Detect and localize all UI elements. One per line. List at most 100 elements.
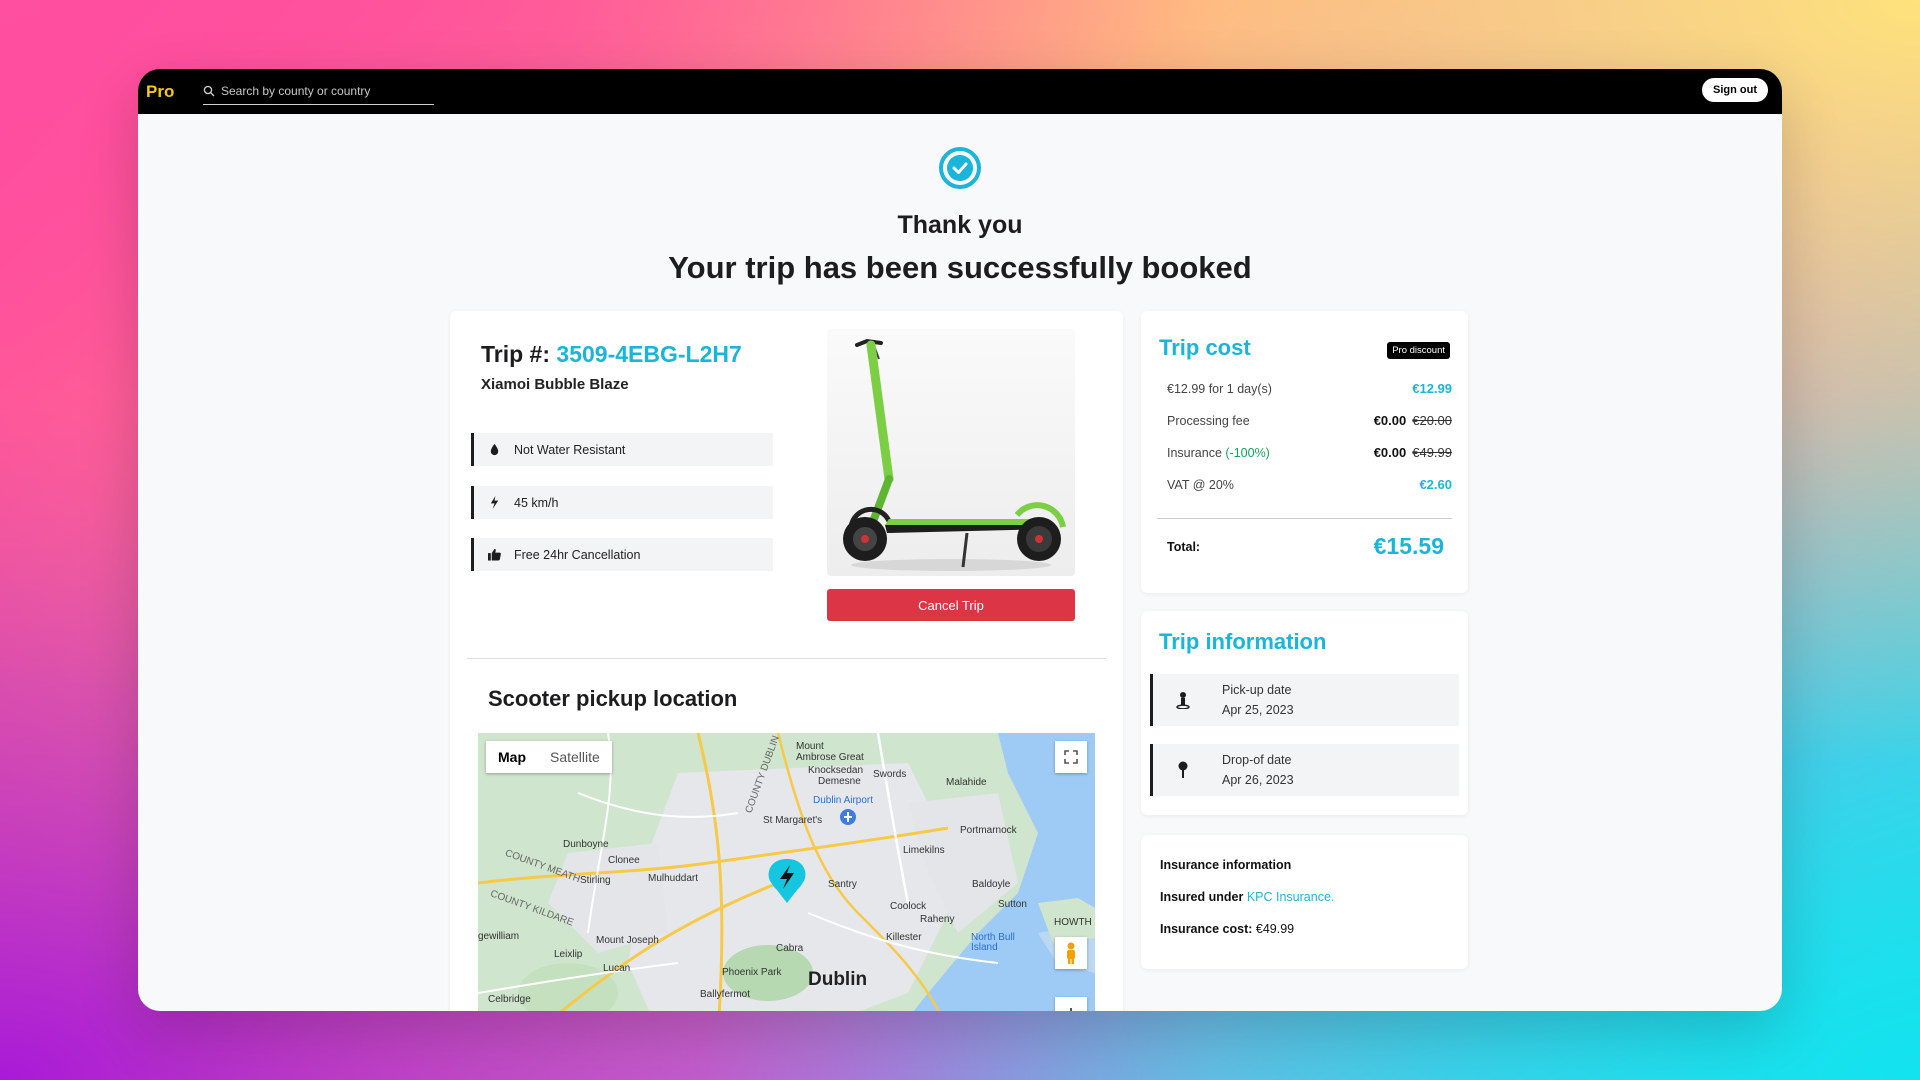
- pickup-date-value: Apr 25, 2023: [1222, 703, 1294, 717]
- map-label: Coolock: [890, 901, 927, 912]
- thumbs-up-icon: [474, 548, 514, 561]
- section-divider: [467, 658, 1106, 659]
- cost-old-value: €49.99: [1412, 445, 1452, 460]
- cost-value: €2.60: [1419, 477, 1452, 492]
- pegman-icon: [1067, 942, 1075, 964]
- pickup-location-heading: Scooter pickup location: [488, 686, 738, 711]
- cost-label: Insurance: [1167, 445, 1222, 460]
- total-value: €15.59: [1373, 533, 1444, 559]
- cost-label: VAT @ 20%: [1167, 477, 1234, 492]
- feature-item: 45 km/h: [471, 486, 773, 519]
- search-input[interactable]: [221, 83, 421, 98]
- map-label: COUNTY KILDARE: [488, 888, 575, 929]
- map-label: Knocksedan: [808, 765, 864, 776]
- trip-information-heading: Trip information: [1159, 629, 1327, 654]
- trip-number-label: Trip #:: [481, 341, 551, 367]
- sign-out-button[interactable]: Sign out: [1702, 78, 1768, 102]
- dropoff-date-row: Drop-of date Apr 26, 2023: [1150, 744, 1459, 796]
- thank-you-text: Thank you: [897, 211, 1023, 239]
- trip-number: 3509-4EBG-L2H7: [556, 341, 742, 367]
- cost-row: €12.99 for 1 day(s) €12.99: [1167, 381, 1452, 396]
- fullscreen-button[interactable]: [1055, 741, 1087, 773]
- trip-cost-heading: Trip cost: [1159, 335, 1251, 360]
- map-label: Demesne: [818, 776, 861, 787]
- cost-label: €12.99 for 1 day(s): [1167, 381, 1272, 396]
- map-label: North Bull Island: [971, 932, 1015, 953]
- trip-cost-card: Trip cost Pro discount €12.99 for 1 day(…: [1141, 311, 1468, 593]
- zoom-in-button[interactable]: [1055, 997, 1087, 1011]
- map-label: Raheny: [920, 914, 955, 925]
- cost-value: €12.99: [1412, 381, 1452, 396]
- map-label: Stirling: [580, 875, 611, 886]
- cost-row: Processing fee €0.00 €20.00: [1167, 413, 1452, 428]
- feature-label: 45 km/h: [514, 495, 559, 510]
- map-label: Celbridge: [488, 994, 531, 1005]
- scooter-image: [827, 329, 1075, 576]
- street-view-button[interactable]: [1055, 937, 1087, 969]
- map-label: Mount Joseph: [596, 935, 659, 946]
- cancel-trip-button[interactable]: Cancel Trip: [827, 589, 1075, 621]
- insurance-cost-value: €49.99: [1255, 922, 1295, 936]
- cost-row: VAT @ 20% €2.60: [1167, 477, 1452, 492]
- map-label: Swords: [873, 769, 907, 780]
- map-label: Killester: [886, 932, 922, 943]
- pickup-date-label: Pick-up date: [1222, 683, 1292, 697]
- map-label: Clonee: [608, 855, 640, 866]
- map-label: Phoenix Park: [722, 967, 782, 978]
- dropoff-date-value: Apr 26, 2023: [1222, 773, 1294, 787]
- trip-number-heading: Trip #: 3509-4EBG-L2H7: [481, 341, 742, 368]
- brand-logo[interactable]: Pro: [146, 82, 204, 102]
- map-label: Malahide: [946, 777, 987, 788]
- map-label: Santry: [828, 879, 857, 890]
- cost-value: €0.00: [1373, 413, 1407, 428]
- page-title: Your trip has been successfully booked: [668, 250, 1252, 285]
- insurer-link[interactable]: KPC Insurance.: [1247, 890, 1335, 904]
- map-label: gewilliam: [478, 931, 520, 942]
- map-label: Dublin: [808, 969, 868, 990]
- cost-divider: [1157, 518, 1452, 519]
- map-label: St Margaret's: [763, 815, 823, 826]
- scooter-model: Xiamoi Bubble Blaze: [481, 376, 629, 393]
- pickup-map[interactable]: Mount Ambrose Great Knocksedan Demesne S…: [478, 733, 1095, 1011]
- map-label: Mulhuddart: [648, 873, 699, 884]
- map-label: Dunboyne: [563, 839, 609, 850]
- map-label: Mount Ambrose Great: [796, 741, 864, 763]
- person-pin-icon: [1176, 692, 1190, 709]
- map-label: Limekilns: [903, 845, 945, 856]
- map-tab[interactable]: Map: [486, 741, 538, 773]
- plus-icon: [1070, 1008, 1072, 1011]
- satellite-tab[interactable]: Satellite: [538, 741, 612, 773]
- total-label: Total:: [1167, 539, 1201, 554]
- insurance-heading: Insurance information: [1160, 858, 1292, 872]
- insurance-cost-line: Insurance cost: €49.99: [1160, 922, 1294, 936]
- map-label: Ballyfermot: [700, 989, 751, 1000]
- droplet-icon: [474, 443, 514, 456]
- cost-old-value: €20.00: [1412, 413, 1452, 428]
- map-label: Cabra: [776, 943, 804, 954]
- map-label: Portmarnock: [960, 825, 1017, 836]
- cost-row: Insurance (-100%) €0.00 €49.99: [1167, 445, 1452, 460]
- map-label: Lucan: [603, 963, 631, 974]
- insurance-cost-label: Insurance cost:: [1160, 922, 1253, 936]
- insurance-card: Insurance information Insured under KPC …: [1141, 835, 1468, 969]
- map-label: Baldoyle: [972, 879, 1011, 890]
- feature-item: Not Water Resistant: [471, 433, 773, 466]
- trip-details-card: Trip #: 3509-4EBG-L2H7 Xiamoi Bubble Bla…: [450, 311, 1123, 1011]
- check-circle-icon: [939, 147, 981, 189]
- pro-discount-badge: Pro discount: [1387, 342, 1450, 359]
- cost-label: Processing fee: [1167, 413, 1250, 428]
- map-label: COUNTY MEATH: [503, 847, 582, 886]
- feature-item: Free 24hr Cancellation: [471, 538, 773, 571]
- dropoff-date-label: Drop-of date: [1222, 753, 1292, 767]
- map-label: HOWTH: [1054, 917, 1092, 928]
- search-bar[interactable]: [203, 77, 434, 105]
- map-label: Dublin Airport: [813, 795, 874, 806]
- map-type-tabs: Map Satellite: [486, 741, 612, 773]
- insurance-discount: (-100%): [1225, 445, 1270, 460]
- lightning-icon: [474, 496, 514, 509]
- feature-label: Free 24hr Cancellation: [514, 547, 641, 562]
- pickup-date-row: Pick-up date Apr 25, 2023: [1150, 674, 1459, 726]
- map-label: Leixlip: [554, 949, 583, 960]
- map-label: COUNTY DUBLIN: [743, 734, 782, 815]
- insured-under-label: Insured under: [1160, 890, 1244, 904]
